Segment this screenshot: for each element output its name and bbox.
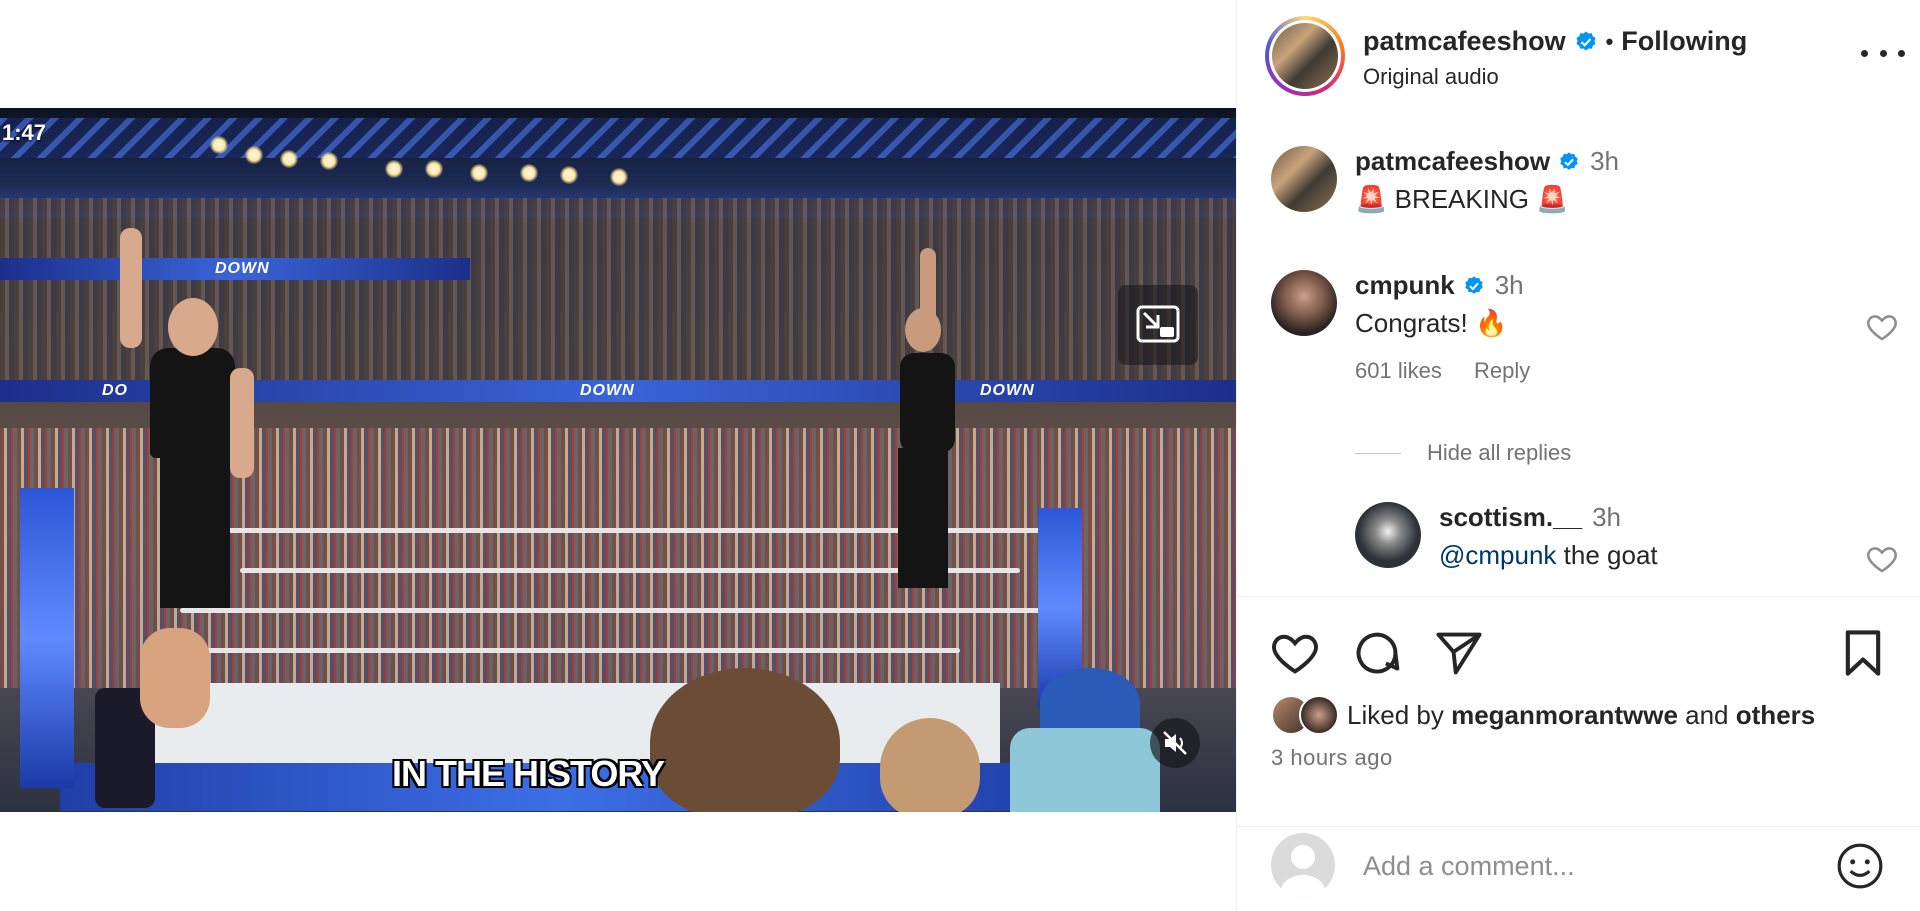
comment-input[interactable] <box>1363 845 1823 887</box>
post-caption: patmcafeeshow 3h 🚨 BREAKING 🚨 <box>1237 146 1920 216</box>
stage-light <box>425 160 443 178</box>
wrestler-right-arm <box>920 248 936 328</box>
replies-divider <box>1355 452 1401 454</box>
wrestler-right-legs <box>898 448 948 588</box>
stage-light <box>245 146 263 164</box>
video-caption: IN THE HISTORY <box>0 753 1236 795</box>
post-actions: Liked by meganmorantwwe and others 3 hou… <box>1237 596 1920 836</box>
comment-username[interactable]: cmpunk <box>1355 270 1455 301</box>
caption-text: IN THE HISTORY <box>391 753 665 794</box>
video-timestamp: 1:47 <box>2 120 47 145</box>
caption-username[interactable]: patmcafeeshow <box>1355 146 1550 177</box>
heart-icon[interactable] <box>1269 627 1321 679</box>
liked-by-text: Liked by meganmorantwwe and others <box>1347 700 1815 731</box>
liked-by-prefix: Liked by <box>1347 699 1444 730</box>
reply-button[interactable]: Reply <box>1474 358 1530 383</box>
caption-author: patmcafeeshow 3h <box>1355 146 1619 177</box>
comment-text: Congrats! 🔥 <box>1355 308 1508 338</box>
reply-text: @cmpunk the goat <box>1439 540 1658 571</box>
post-timestamp[interactable]: 3 hours ago <box>1271 745 1393 771</box>
comment-composer <box>1237 826 1920 911</box>
ring-rope <box>200 648 960 653</box>
verified-badge-icon <box>1464 275 1483 294</box>
reply-time: 3h <box>1592 502 1621 532</box>
author-line: patmcafeeshow • Following <box>1363 26 1747 57</box>
avatar[interactable] <box>1271 270 1337 336</box>
banner-text: DOWN <box>215 260 270 277</box>
verified-badge-icon <box>1576 31 1596 50</box>
wrestler-left-legs <box>160 458 230 608</box>
fan-hand <box>140 628 210 728</box>
wrestler-right-torso <box>900 353 955 453</box>
comment-time: 3h <box>1494 270 1524 300</box>
liked-by-and: and <box>1685 699 1729 730</box>
banner-text: DOWN <box>980 382 1035 399</box>
comment-meta: 601 likes Reply <box>1355 358 1556 384</box>
stage-light <box>210 136 228 154</box>
more-options-button[interactable] <box>1861 38 1905 68</box>
like-comment-heart-icon[interactable] <box>1865 310 1899 344</box>
verified-badge-icon <box>1560 151 1578 170</box>
stage-light <box>320 152 338 170</box>
audio-link[interactable]: Original audio <box>1363 64 1499 90</box>
caption-time: 3h <box>1590 146 1619 176</box>
hide-replies-label: Hide all replies <box>1427 440 1572 465</box>
liker-avatar[interactable] <box>1299 695 1339 735</box>
lighting-truss <box>0 118 1236 158</box>
like-reply-heart-icon[interactable] <box>1865 542 1899 576</box>
bookmark-icon[interactable] <box>1837 627 1889 679</box>
reply-author: scottism.__ 3h <box>1439 502 1621 533</box>
wrestler-left-arm <box>230 368 254 478</box>
mute-button[interactable] <box>1150 718 1200 768</box>
avatar[interactable] <box>1355 502 1421 568</box>
comment-item: cmpunk 3h Congrats! 🔥 601 likes Reply <box>1237 270 1920 390</box>
current-user-avatar <box>1271 833 1335 897</box>
pip-icon <box>1136 305 1180 343</box>
default-avatar-icon <box>1281 845 1325 897</box>
stage-light <box>520 164 538 182</box>
mention-link[interactable]: @cmpunk <box>1439 540 1556 570</box>
comment-likes[interactable]: 601 likes <box>1355 358 1442 383</box>
ring-post <box>20 488 74 788</box>
reply-body: the goat <box>1556 540 1658 570</box>
post-side-panel: patmcafeeshow • Following Original audio… <box>1236 0 1920 911</box>
comment-author: cmpunk 3h <box>1355 270 1524 301</box>
separator-dot: • <box>1605 28 1614 54</box>
author-avatar[interactable] <box>1265 16 1345 96</box>
reel-video[interactable]: DOWN DO DOWN DOWN 1:47 IN THE HISTORY <box>0 108 1236 812</box>
stage-light <box>610 168 628 186</box>
banner-text: DOWN <box>580 382 635 399</box>
wrestler-left-torso <box>150 348 235 458</box>
reply-username[interactable]: scottism.__ <box>1439 502 1582 533</box>
upper-banner: DOWN <box>0 258 470 280</box>
share-icon[interactable] <box>1433 627 1485 679</box>
hide-replies-button[interactable]: Hide all replies <box>1355 440 1571 466</box>
caption-text: 🚨 BREAKING 🚨 <box>1355 184 1569 214</box>
reply-item: scottism.__ 3h @cmpunk the goat <box>1237 502 1920 582</box>
wrestler-left-arm <box>120 228 142 348</box>
liked-by-user[interactable]: meganmorantwwe <box>1451 700 1678 730</box>
stage-light <box>280 150 298 168</box>
post-header: patmcafeeshow • Following Original audio <box>1237 0 1920 116</box>
media-pane: DOWN DO DOWN DOWN 1:47 IN THE HISTORY <box>0 0 1236 911</box>
author-username[interactable]: patmcafeeshow <box>1363 26 1566 57</box>
avatar[interactable] <box>1271 146 1337 212</box>
stage-light <box>560 166 578 184</box>
avatar-photo <box>1272 23 1338 89</box>
comments-list[interactable]: patmcafeeshow 3h 🚨 BREAKING 🚨 cmpunk 3h <box>1237 116 1920 596</box>
wrestler-left-head <box>168 298 218 356</box>
liked-by-others[interactable]: others <box>1736 700 1815 730</box>
pip-button[interactable] <box>1118 285 1198 365</box>
comment-icon[interactable] <box>1351 627 1403 679</box>
liked-by-row: Liked by meganmorantwwe and others <box>1271 695 1815 735</box>
stage-light <box>470 164 488 182</box>
more-horizontal-icon <box>1861 49 1868 57</box>
ring-rope <box>180 608 1040 613</box>
banner-text: DO <box>102 382 128 399</box>
following-button[interactable]: Following <box>1621 26 1747 57</box>
stage-light <box>385 160 403 178</box>
muted-speaker-icon <box>1163 731 1187 755</box>
emoji-icon[interactable] <box>1835 841 1885 891</box>
